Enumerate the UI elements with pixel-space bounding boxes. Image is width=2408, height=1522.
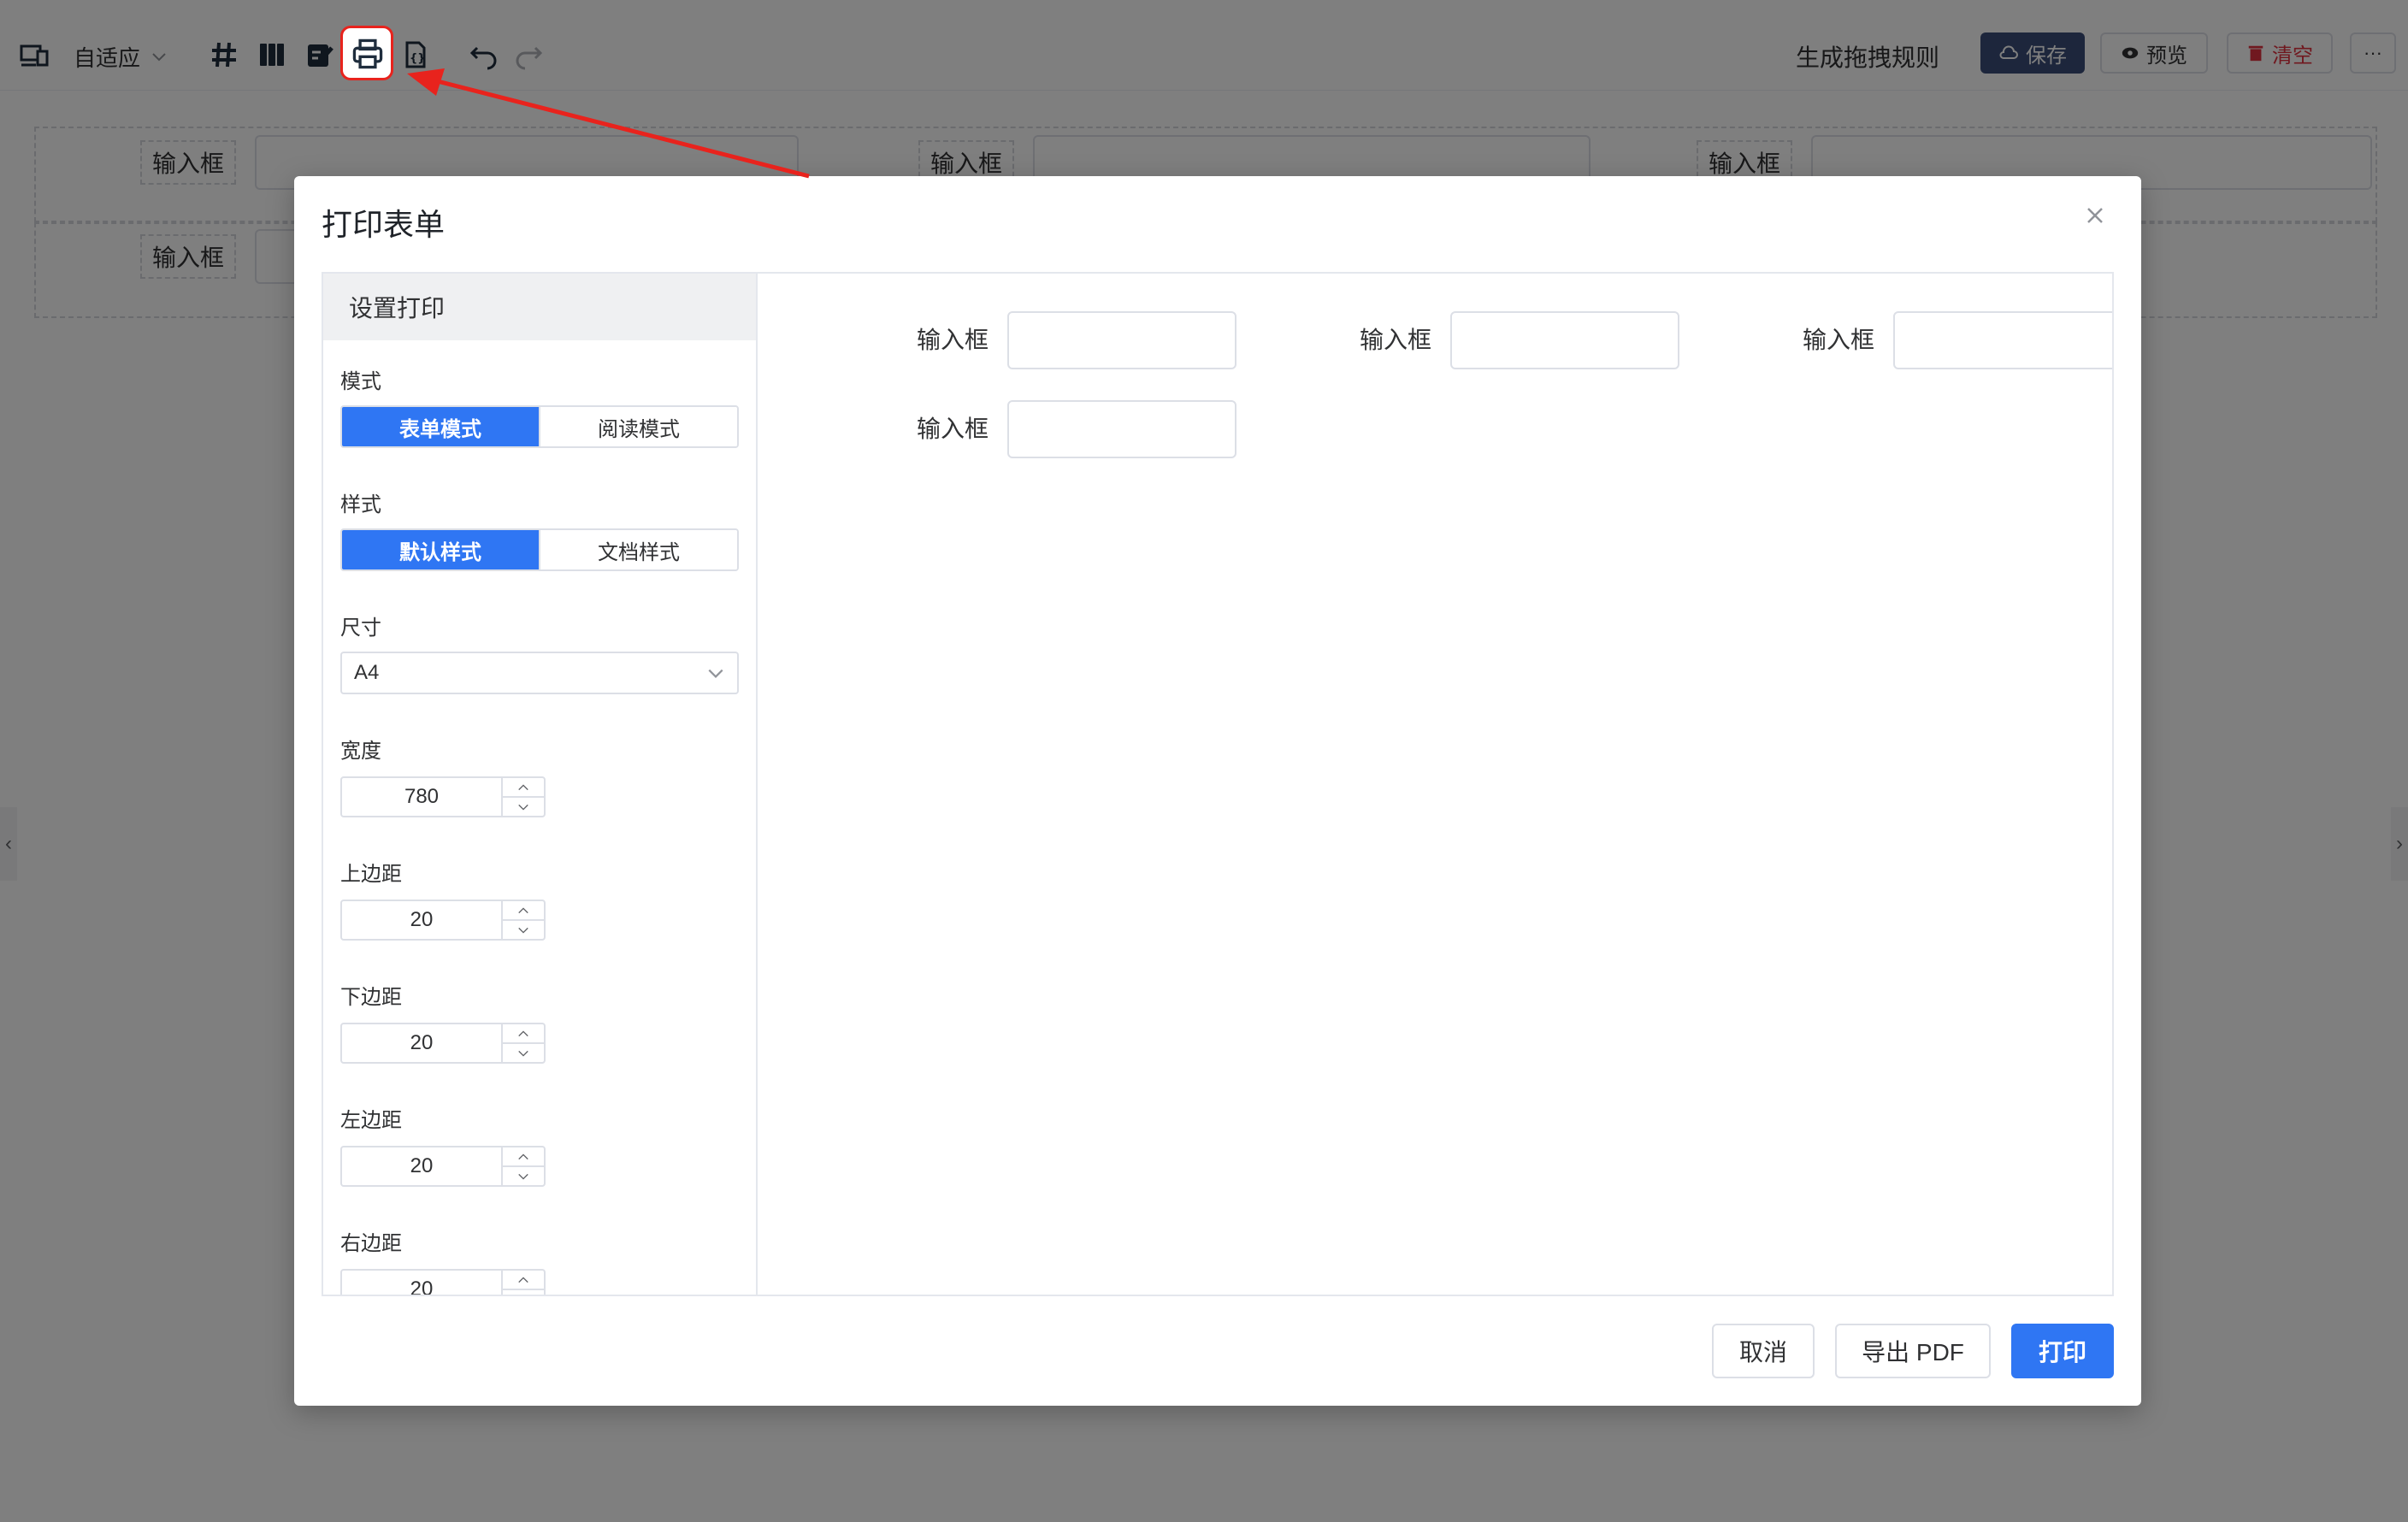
width-value: 780	[404, 785, 440, 808]
right-margin-stepper[interactable]: 20	[340, 1269, 546, 1296]
print-button[interactable]: 打印	[2011, 1324, 2114, 1378]
increment-button[interactable]	[503, 1147, 544, 1167]
mode-read-option[interactable]: 阅读模式	[539, 407, 737, 446]
bottom-margin-value: 20	[410, 1031, 434, 1054]
print-form-dialog: 打印表单 设置打印 模式 表单模式 阅读模式 样式 默认样式 文档样式 尺寸 A…	[294, 176, 2141, 1406]
decrement-button[interactable]	[503, 1167, 544, 1185]
preview-field-label: 输入框	[917, 416, 989, 442]
increment-button[interactable]	[503, 1024, 544, 1044]
preview-field-label: 输入框	[917, 327, 989, 353]
dialog-body: 设置打印 模式 表单模式 阅读模式 样式 默认样式 文档样式 尺寸 A4 宽度 …	[322, 272, 2114, 1296]
cancel-button[interactable]: 取消	[1712, 1324, 1815, 1378]
preview-input[interactable]	[1007, 311, 1236, 369]
chevron-down-icon	[708, 669, 723, 678]
width-stepper[interactable]: 780	[340, 776, 546, 817]
left-margin-value: 20	[410, 1154, 434, 1177]
print-preview: 输入框 输入框 输入框 输入框	[758, 274, 2112, 1295]
left-margin-label: 左边距	[340, 1109, 402, 1132]
size-select[interactable]: A4	[340, 652, 739, 694]
mode-segmented: 表单模式 阅读模式	[340, 405, 739, 448]
preview-input[interactable]	[1450, 311, 1679, 369]
top-margin-value: 20	[410, 908, 434, 931]
export-pdf-button[interactable]: 导出 PDF	[1835, 1324, 1991, 1378]
increment-button[interactable]	[503, 901, 544, 921]
preview-input[interactable]	[1007, 400, 1236, 458]
print-icon-highlight	[340, 26, 393, 80]
decrement-button[interactable]	[503, 798, 544, 816]
preview-field-label: 输入框	[1360, 327, 1432, 353]
width-label: 宽度	[340, 740, 381, 763]
print-icon[interactable]	[351, 37, 385, 71]
style-label: 样式	[340, 493, 381, 516]
increment-button[interactable]	[503, 778, 544, 798]
close-icon[interactable]	[2078, 198, 2112, 233]
increment-button[interactable]	[503, 1271, 544, 1290]
top-margin-stepper[interactable]: 20	[340, 900, 546, 941]
mode-form-option[interactable]: 表单模式	[342, 407, 539, 446]
style-segmented: 默认样式 文档样式	[340, 528, 739, 571]
style-default-option[interactable]: 默认样式	[342, 530, 539, 569]
decrement-button[interactable]	[503, 1044, 544, 1062]
decrement-button[interactable]	[503, 921, 544, 939]
preview-input[interactable]	[1893, 311, 2112, 369]
print-settings-panel: 设置打印 模式 表单模式 阅读模式 样式 默认样式 文档样式 尺寸 A4 宽度 …	[323, 274, 758, 1296]
style-document-option[interactable]: 文档样式	[539, 530, 737, 569]
left-margin-stepper[interactable]: 20	[340, 1146, 546, 1187]
preview-field-label: 输入框	[1803, 327, 1875, 353]
right-margin-value: 20	[410, 1277, 434, 1296]
bottom-margin-label: 下边距	[340, 986, 402, 1009]
top-margin-label: 上边距	[340, 863, 402, 886]
mode-label: 模式	[340, 370, 381, 393]
dialog-title: 打印表单	[322, 207, 446, 242]
right-margin-label: 右边距	[340, 1232, 402, 1255]
settings-title: 设置打印	[323, 274, 756, 340]
size-label: 尺寸	[340, 616, 381, 640]
size-value: A4	[354, 661, 380, 684]
bottom-margin-stepper[interactable]: 20	[340, 1023, 546, 1064]
decrement-button[interactable]	[503, 1290, 544, 1295]
